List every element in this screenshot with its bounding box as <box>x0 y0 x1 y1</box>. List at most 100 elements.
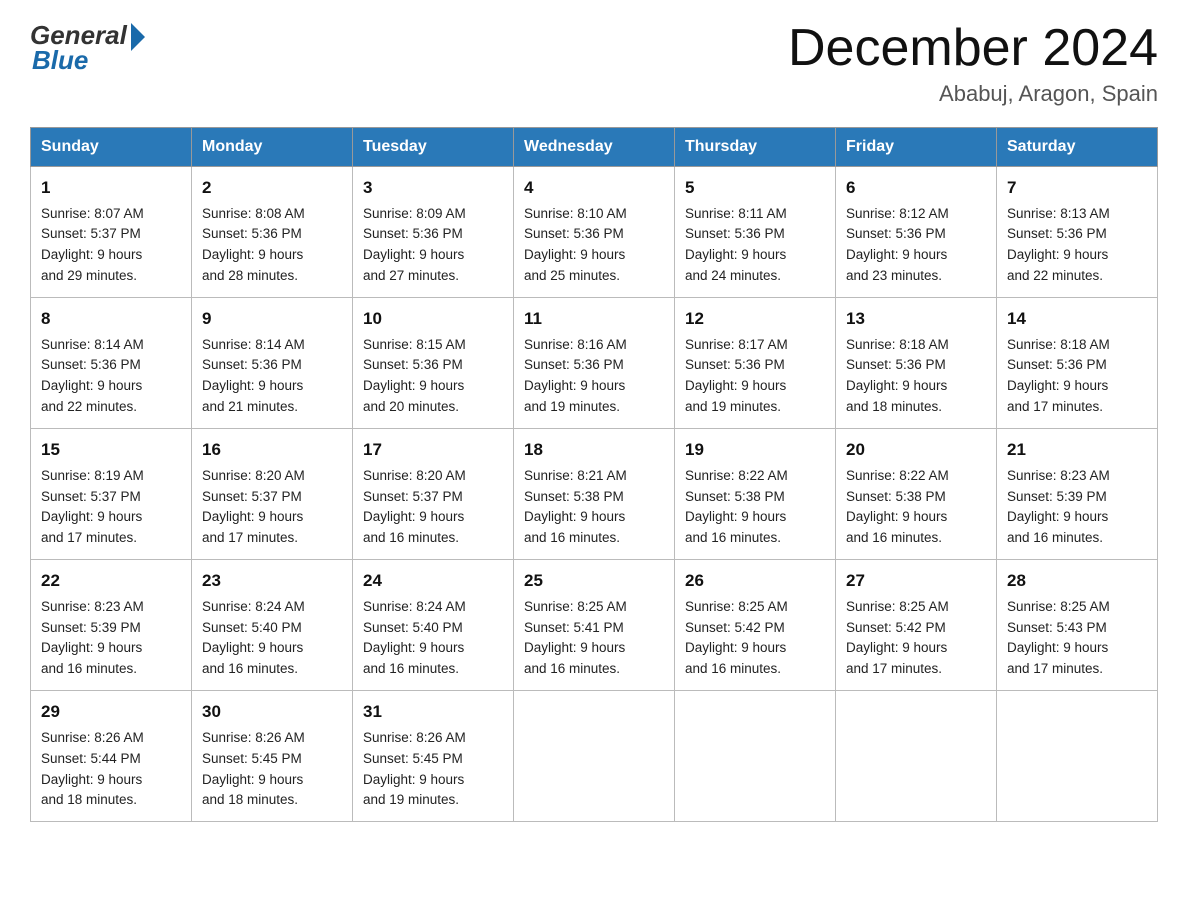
weekday-header-wednesday: Wednesday <box>514 128 675 167</box>
day-info-line: and 16 minutes. <box>846 530 942 545</box>
day-info-line: and 16 minutes. <box>202 661 298 676</box>
day-info-line: and 18 minutes. <box>846 399 942 414</box>
day-info: Sunrise: 8:20 AMSunset: 5:37 PMDaylight:… <box>363 466 503 550</box>
day-info-line: and 29 minutes. <box>41 268 137 283</box>
day-info: Sunrise: 8:25 AMSunset: 5:42 PMDaylight:… <box>846 597 986 681</box>
day-info-line: Sunrise: 8:25 AM <box>846 599 949 614</box>
day-info-line: and 23 minutes. <box>846 268 942 283</box>
calendar-cell: 27 Sunrise: 8:25 AMSunset: 5:42 PMDayligh… <box>836 560 997 691</box>
calendar-cell: 5Sunrise: 8:11 AMSunset: 5:36 PMDaylight… <box>675 167 836 298</box>
day-info-line: and 19 minutes. <box>524 399 620 414</box>
day-info-line: Daylight: 9 hours <box>202 772 303 787</box>
day-info-line: Sunset: 5:37 PM <box>202 489 302 504</box>
calendar-cell <box>997 691 1158 822</box>
calendar-cell: 28Sunrise: 8:25 AMSunset: 5:43 PMDayligh… <box>997 560 1158 691</box>
day-info: Sunrise: 8:23 AMSunset: 5:39 PMDaylight:… <box>1007 466 1147 550</box>
day-info: Sunrise: 8:10 AMSunset: 5:36 PMDaylight:… <box>524 204 664 288</box>
day-info-line: Sunset: 5:36 PM <box>41 357 141 372</box>
day-number: 27 <box>846 568 986 594</box>
day-info: Sunrise: 8:18 AMSunset: 5:36 PMDaylight:… <box>846 335 986 419</box>
day-number: 5 <box>685 175 825 201</box>
day-info-line: Sunrise: 8:23 AM <box>41 599 144 614</box>
day-info-line: Sunrise: 8:23 AM <box>1007 468 1110 483</box>
day-info-line: Daylight: 9 hours <box>202 378 303 393</box>
day-info-line: Sunrise: 8:18 AM <box>1007 337 1110 352</box>
calendar-week-row: 15Sunrise: 8:19 AMSunset: 5:37 PMDayligh… <box>31 429 1158 560</box>
calendar-cell: 17Sunrise: 8:20 AMSunset: 5:37 PMDayligh… <box>353 429 514 560</box>
calendar-cell: 29Sunrise: 8:26 AMSunset: 5:44 PMDayligh… <box>31 691 192 822</box>
day-info-line: Daylight: 9 hours <box>202 640 303 655</box>
day-info-line: Sunrise: 8:18 AM <box>846 337 949 352</box>
day-number: 11 <box>524 306 664 332</box>
day-number: 6 <box>846 175 986 201</box>
day-info: Sunrise: 8:17 AMSunset: 5:36 PMDaylight:… <box>685 335 825 419</box>
day-info-line: Sunset: 5:36 PM <box>202 226 302 241</box>
day-number: 25 <box>524 568 664 594</box>
logo: General Blue <box>30 20 145 76</box>
calendar-cell: 24Sunrise: 8:24 AMSunset: 5:40 PMDayligh… <box>353 560 514 691</box>
day-info-line: Sunrise: 8:17 AM <box>685 337 788 352</box>
logo-triangle-icon <box>131 23 145 51</box>
day-info-line: and 17 minutes. <box>41 530 137 545</box>
day-info-line: Sunset: 5:38 PM <box>524 489 624 504</box>
calendar-cell: 18 Sunrise: 8:21 AMSunset: 5:38 PMDayligh… <box>514 429 675 560</box>
weekday-header-tuesday: Tuesday <box>353 128 514 167</box>
day-info-line: and 18 minutes. <box>41 792 137 807</box>
day-info-line: Daylight: 9 hours <box>846 640 947 655</box>
day-number: 3 <box>363 175 503 201</box>
day-info-line: Sunset: 5:39 PM <box>1007 489 1107 504</box>
day-number: 26 <box>685 568 825 594</box>
calendar-cell: 19Sunrise: 8:22 AMSunset: 5:38 PMDayligh… <box>675 429 836 560</box>
day-info-line: Daylight: 9 hours <box>41 772 142 787</box>
day-info-line: Sunset: 5:36 PM <box>846 357 946 372</box>
day-info-line: Sunset: 5:45 PM <box>202 751 302 766</box>
day-info-line: and 22 minutes. <box>41 399 137 414</box>
day-info-line: Sunset: 5:37 PM <box>363 489 463 504</box>
day-info-line: Sunset: 5:40 PM <box>202 620 302 635</box>
day-number: 22 <box>41 568 181 594</box>
weekday-header-saturday: Saturday <box>997 128 1158 167</box>
day-info-line: and 17 minutes. <box>846 661 942 676</box>
day-info-line: Sunset: 5:36 PM <box>363 226 463 241</box>
calendar-cell <box>836 691 997 822</box>
day-info-line: Daylight: 9 hours <box>846 247 947 262</box>
calendar-cell: 6 Sunrise: 8:12 AMSunset: 5:36 PMDaylight… <box>836 167 997 298</box>
calendar-cell: 10Sunrise: 8:15 AMSunset: 5:36 PMDayligh… <box>353 298 514 429</box>
day-info: Sunrise: 8:21 AMSunset: 5:38 PMDaylight:… <box>524 466 664 550</box>
day-info-line: Daylight: 9 hours <box>524 247 625 262</box>
day-number: 18 <box>524 437 664 463</box>
calendar-cell: 23 Sunrise: 8:24 AMSunset: 5:40 PMDayligh… <box>192 560 353 691</box>
day-info-line: Sunrise: 8:11 AM <box>685 206 787 221</box>
day-info-line: and 22 minutes. <box>1007 268 1103 283</box>
weekday-header-friday: Friday <box>836 128 997 167</box>
day-info-line: and 18 minutes. <box>202 792 298 807</box>
calendar-cell: 1Sunrise: 8:07 AMSunset: 5:37 PMDaylight… <box>31 167 192 298</box>
day-number: 24 <box>363 568 503 594</box>
day-info-line: Sunrise: 8:22 AM <box>685 468 788 483</box>
day-info: Sunrise: 8:08 AMSunset: 5:36 PMDaylight:… <box>202 204 342 288</box>
day-info: Sunrise: 8:24 AMSunset: 5:40 PMDaylight:… <box>202 597 342 681</box>
calendar-week-row: 8Sunrise: 8:14 AMSunset: 5:36 PMDaylight… <box>31 298 1158 429</box>
calendar-table: SundayMondayTuesdayWednesdayThursdayFrid… <box>30 127 1158 822</box>
day-info-line: Sunset: 5:41 PM <box>524 620 624 635</box>
day-number: 23 <box>202 568 342 594</box>
day-info: Sunrise: 8:14 AMSunset: 5:36 PMDaylight:… <box>41 335 181 419</box>
day-info-line: Sunset: 5:36 PM <box>524 357 624 372</box>
day-info-line: Sunset: 5:42 PM <box>685 620 785 635</box>
day-info-line: Sunset: 5:37 PM <box>41 489 141 504</box>
day-number: 31 <box>363 699 503 725</box>
title-section: December 2024 Ababuj, Aragon, Spain <box>788 20 1158 107</box>
day-info-line: Sunset: 5:43 PM <box>1007 620 1107 635</box>
day-info-line: and 24 minutes. <box>685 268 781 283</box>
day-info-line: and 19 minutes. <box>363 792 459 807</box>
day-info: Sunrise: 8:12 AMSunset: 5:36 PMDaylight:… <box>846 204 986 288</box>
day-number: 19 <box>685 437 825 463</box>
day-info: Sunrise: 8:07 AMSunset: 5:37 PMDaylight:… <box>41 204 181 288</box>
calendar-cell: 25Sunrise: 8:25 AMSunset: 5:41 PMDayligh… <box>514 560 675 691</box>
calendar-cell: 16Sunrise: 8:20 AMSunset: 5:37 PMDayligh… <box>192 429 353 560</box>
day-info-line: Sunrise: 8:20 AM <box>363 468 466 483</box>
day-info-line: Sunset: 5:40 PM <box>363 620 463 635</box>
calendar-cell <box>514 691 675 822</box>
day-info: Sunrise: 8:19 AMSunset: 5:37 PMDaylight:… <box>41 466 181 550</box>
weekday-header-monday: Monday <box>192 128 353 167</box>
